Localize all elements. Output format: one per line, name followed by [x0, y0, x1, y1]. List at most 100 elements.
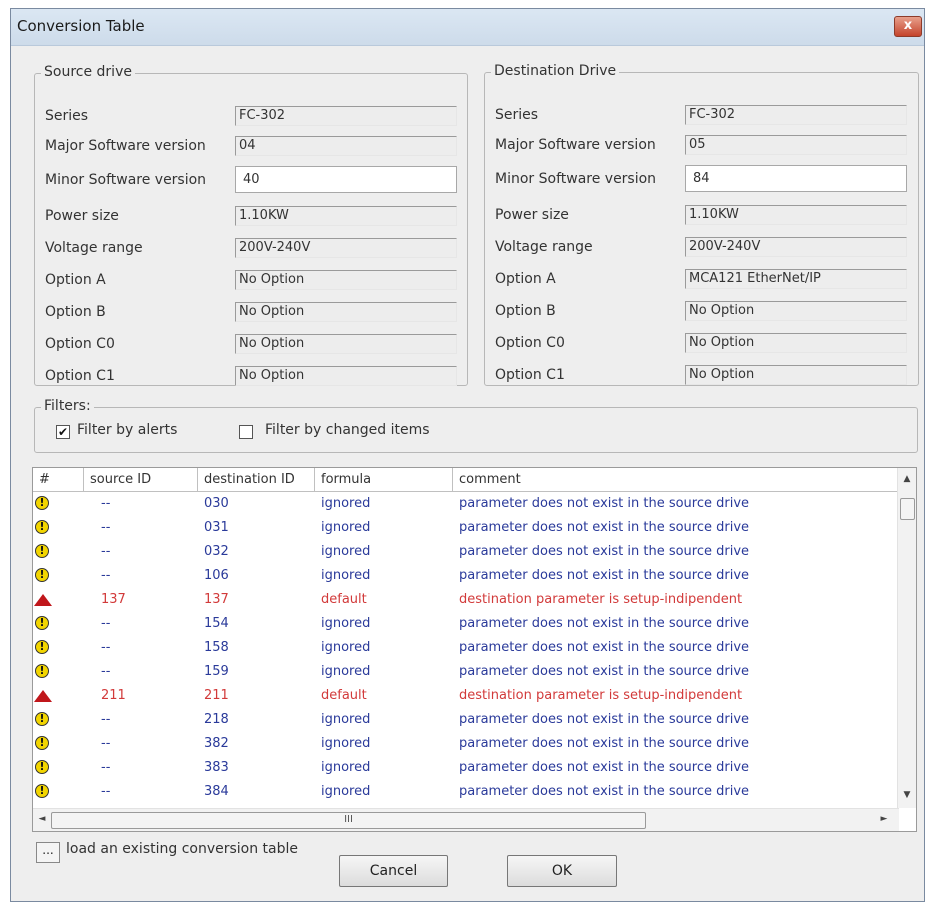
destination-id-cell: 158 [204, 640, 229, 655]
source-field-value: No Option [235, 366, 457, 386]
destination-field-label: Option C1 [495, 367, 565, 383]
table-row[interactable]: ! -- 383 ignored parameter does not exist in… [33, 756, 899, 780]
formula-cell: ignored [321, 784, 371, 799]
filter-by-alerts-checkbox[interactable]: ✔ [56, 425, 70, 439]
source-field-label: Option C1 [45, 368, 115, 384]
table-row[interactable]: ! -- 384 ignored parameter does not exist in… [33, 780, 899, 804]
destination-id-cell: 383 [204, 760, 229, 775]
destination-drive-legend: Destination Drive [491, 63, 620, 79]
table-row[interactable]: ! -- 154 ignored parameter does not exist in… [33, 612, 899, 636]
source-field-label: Option A [45, 272, 106, 288]
horizontal-scrollbar[interactable]: ◄ III ► [33, 808, 899, 831]
close-button[interactable]: x [894, 16, 922, 37]
table-row[interactable]: ! -- 031 ignored parameter does not exist in… [33, 516, 899, 540]
destination-id-cell: 032 [204, 544, 229, 559]
table-row[interactable]: ! -- 382 ignored parameter does not exist in… [33, 732, 899, 756]
destination-field-value: 05 [685, 135, 907, 155]
ok-button[interactable]: OK [507, 855, 617, 887]
source-field-label: Major Software version [45, 138, 206, 154]
table-row[interactable]: ! -- 106 ignored parameter does not exist in… [33, 564, 899, 588]
source-id-cell: -- [101, 664, 111, 679]
table-row[interactable]: ! -- 218 ignored parameter does not exist in… [33, 708, 899, 732]
vertical-scrollbar[interactable]: ▲ ▼ [897, 468, 916, 808]
destination-field-label: Minor Software version [495, 171, 657, 187]
source-id-cell: -- [101, 736, 111, 751]
column-header-source-id[interactable]: source ID [84, 468, 198, 491]
filters-legend: Filters: [41, 398, 94, 414]
source-field-input[interactable]: 40 [235, 166, 457, 193]
source-field-label: Option B [45, 304, 106, 320]
formula-cell: default [321, 688, 367, 703]
browse-button[interactable]: ... [36, 842, 60, 863]
source-field-value: No Option [235, 270, 457, 290]
column-header-comment[interactable]: comment [453, 468, 899, 491]
conversion-table-grid[interactable]: # source ID destination ID formula comme… [32, 467, 917, 832]
source-id-cell: -- [101, 760, 111, 775]
conversion-table-window: Conversion Table x Source drive Series FC… [10, 8, 925, 902]
comment-cell: destination parameter is setup-indipende… [459, 688, 743, 703]
scroll-down-icon[interactable]: ▼ [898, 790, 916, 800]
warning-icon: ! [35, 712, 49, 726]
formula-cell: ignored [321, 664, 371, 679]
destination-id-cell: 218 [204, 712, 229, 727]
cancel-button[interactable]: Cancel [339, 855, 448, 887]
alert-icon [34, 690, 52, 702]
scroll-up-icon[interactable]: ▲ [898, 474, 916, 484]
column-header-destination-id[interactable]: destination ID [198, 468, 315, 491]
warning-icon: ! [35, 664, 49, 678]
destination-field-value: 1.10KW [685, 205, 907, 225]
comment-cell: parameter does not exist in the source d… [459, 616, 750, 631]
filter-by-changed-checkbox[interactable] [239, 425, 253, 439]
comment-cell: parameter does not exist in the source d… [459, 640, 750, 655]
destination-id-cell: 106 [204, 568, 229, 583]
destination-id-cell: 211 [204, 688, 229, 703]
table-row[interactable]: ! -- 032 ignored parameter does not exist in… [33, 540, 899, 564]
scroll-right-icon[interactable]: ► [875, 814, 893, 824]
window-title: Conversion Table [17, 17, 145, 35]
column-header-formula[interactable]: formula [315, 468, 453, 491]
formula-cell: ignored [321, 496, 371, 511]
vertical-scroll-thumb[interactable] [900, 498, 915, 520]
comment-cell: parameter does not exist in the source d… [459, 784, 750, 799]
close-icon: x [903, 18, 913, 33]
destination-field-value: No Option [685, 333, 907, 353]
load-table-label: load an existing conversion table [66, 841, 299, 857]
comment-cell: parameter does not exist in the source d… [459, 496, 750, 511]
destination-field-value: FC-302 [685, 105, 907, 125]
warning-icon: ! [35, 568, 49, 582]
source-drive-group: Source drive Series FC-302 Major Software … [34, 64, 468, 386]
destination-field-label: Option B [495, 303, 556, 319]
table-row[interactable]: ! -- 159 ignored parameter does not exist in… [33, 660, 899, 684]
comment-cell: parameter does not exist in the source d… [459, 520, 750, 535]
horizontal-scroll-thumb[interactable]: III [51, 812, 646, 829]
table-row[interactable]: ! -- 030 ignored parameter does not exist in… [33, 492, 899, 516]
destination-id-cell: 030 [204, 496, 229, 511]
table-row[interactable]: 137 137 default destination parameter is se… [33, 588, 899, 612]
destination-id-cell: 384 [204, 784, 229, 799]
source-field-label: Minor Software version [45, 172, 207, 188]
destination-field-label: Major Software version [495, 137, 656, 153]
formula-cell: ignored [321, 544, 371, 559]
table-row[interactable]: 211 211 default destination parameter is se… [33, 684, 899, 708]
source-id-cell: 211 [101, 688, 126, 703]
source-field-value: No Option [235, 302, 457, 322]
comment-cell: destination parameter is setup-indipende… [459, 592, 743, 607]
alert-icon [34, 594, 52, 606]
source-field-value: No Option [235, 334, 457, 354]
column-header-number[interactable]: # [33, 468, 84, 491]
comment-cell: parameter does not exist in the source d… [459, 544, 750, 559]
table-row[interactable]: ! -- 158 ignored parameter does not exist in… [33, 636, 899, 660]
source-field-value: FC-302 [235, 106, 457, 126]
source-field-label: Option C0 [45, 336, 115, 352]
destination-field-input[interactable]: 84 [685, 165, 907, 192]
destination-id-cell: 382 [204, 736, 229, 751]
formula-cell: default [321, 592, 367, 607]
source-id-cell: -- [101, 616, 111, 631]
destination-id-cell: 137 [204, 592, 229, 607]
title-bar: Conversion Table x [11, 9, 924, 46]
filter-by-changed-label: Filter by changed items [265, 422, 430, 438]
source-drive-legend: Source drive [41, 64, 135, 80]
scroll-left-icon[interactable]: ◄ [33, 814, 51, 824]
table-body: ! -- 030 ignored parameter does not exist in… [33, 492, 899, 808]
comment-cell: parameter does not exist in the source d… [459, 712, 750, 727]
